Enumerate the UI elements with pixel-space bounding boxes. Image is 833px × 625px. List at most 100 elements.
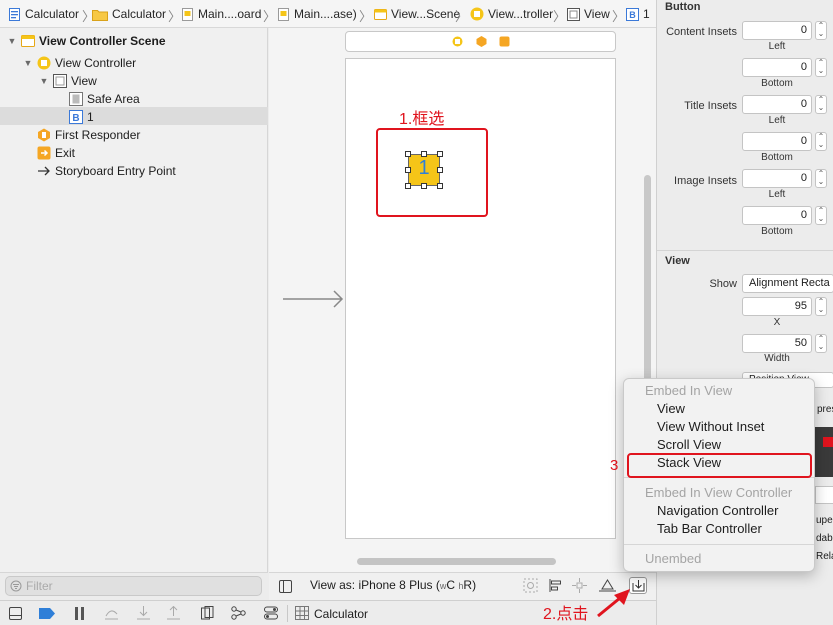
step-into-icon[interactable] <box>137 606 150 620</box>
bottom-caption: Bottom <box>761 78 793 89</box>
show-popup[interactable]: Alignment Recta <box>742 274 833 293</box>
width-field[interactable]: 50 <box>742 334 812 353</box>
menu-item-tab-bar-controller[interactable]: Tab Bar Controller <box>657 520 762 538</box>
horizontal-scrollbar[interactable] <box>357 558 556 565</box>
outline-item-button[interactable]: B 1 <box>69 108 94 126</box>
entry-point-arrow-icon[interactable] <box>283 289 345 309</box>
menu-item-view[interactable]: View <box>657 400 685 418</box>
step-out-icon[interactable] <box>167 606 180 620</box>
breakpoint-icon[interactable] <box>39 608 55 619</box>
folder-icon <box>92 9 108 21</box>
width-caption: Width <box>764 353 790 364</box>
stepper[interactable]: ⌃ ⌄ <box>815 95 827 114</box>
outline-item-scene[interactable]: ▼ View Controller Scene <box>7 32 166 50</box>
outline-item-exit[interactable]: Exit <box>37 144 75 162</box>
title-insets-left-field[interactable]: 0 <box>742 95 812 114</box>
scene-icon <box>21 35 35 47</box>
crumb-storyboard-base[interactable]: Main....ase) <box>277 6 357 22</box>
crumb-scene[interactable]: View...Scene <box>374 6 460 22</box>
content-insets-bottom-field[interactable]: 0 <box>742 58 812 77</box>
outline-item-first-responder[interactable]: First Responder <box>37 126 140 144</box>
outline-item-view[interactable]: ▼ View <box>39 72 97 90</box>
left-caption: Left <box>768 115 786 126</box>
outline-label: Safe Area <box>87 92 140 106</box>
x-field[interactable]: 95 <box>742 297 812 316</box>
filter-placeholder: Filter <box>26 579 53 593</box>
stepper[interactable]: ⌃ ⌄ <box>815 58 827 77</box>
show-label: Show <box>709 278 737 290</box>
disclosure-open-icon[interactable]: ▼ <box>7 36 17 46</box>
stepper[interactable]: ⌃ ⌄ <box>815 21 827 40</box>
filter-input[interactable]: Filter <box>5 576 262 596</box>
view-as-device-button[interactable]: View as: iPhone 8 Plus (wC hR) <box>310 578 476 592</box>
menu-separator <box>624 544 814 545</box>
crumb-button[interactable]: B 1 <box>626 6 650 22</box>
bottom-caption: Bottom <box>761 152 793 163</box>
scene-icon <box>374 8 387 20</box>
menu-item-unembed[interactable]: Unembed <box>645 550 701 568</box>
partial-label: Rela <box>816 551 833 562</box>
stepper[interactable]: ⌃ ⌄ <box>815 297 827 316</box>
step-over-icon[interactable] <box>104 607 119 620</box>
first-responder-icon[interactable] <box>476 36 487 47</box>
outline-item-safe-area[interactable]: Safe Area <box>69 90 140 108</box>
section-header-view: View <box>665 255 690 267</box>
partial-label: dab <box>816 533 833 544</box>
crumb-view[interactable]: View <box>567 6 610 22</box>
add-constraints-icon[interactable] <box>572 578 587 593</box>
menu-item-view-without-inset[interactable]: View Without Inset <box>657 418 764 436</box>
view-controller-icon[interactable] <box>452 36 463 47</box>
title-insets-label: Title Insets <box>684 100 737 112</box>
memory-graph-icon[interactable] <box>231 606 246 620</box>
crumb-storyboard[interactable]: Main....oard <box>181 6 261 22</box>
annotation-step-2: 2.点击 <box>543 606 589 623</box>
chevron-right-icon: 〉 <box>612 9 626 24</box>
jump-bar: Calculator 〉 Calculator 〉 Main....oard 〉… <box>0 0 656 28</box>
content-insets-left-field[interactable]: 0 <box>742 21 812 40</box>
outline-item-entry-point[interactable]: Storyboard Entry Point <box>37 162 176 180</box>
disclosure-open-icon[interactable]: ▼ <box>39 76 49 86</box>
menu-item-navigation-controller[interactable]: Navigation Controller <box>657 502 778 520</box>
project-file-icon <box>9 7 20 21</box>
view-hierarchy-icon[interactable] <box>201 606 214 620</box>
view-icon <box>567 7 580 21</box>
stepper[interactable]: ⌃ ⌄ <box>815 132 827 151</box>
toggle-outline-icon[interactable] <box>279 580 292 593</box>
scene-dock[interactable] <box>345 31 616 52</box>
divider <box>287 605 288 622</box>
crumb-view-controller[interactable]: View...troller <box>470 6 553 22</box>
crumb-project[interactable]: Calculator <box>8 6 79 22</box>
stepper[interactable]: ⌃ ⌄ <box>815 206 827 225</box>
color-preview[interactable] <box>815 427 833 477</box>
outline-label: View <box>71 74 97 88</box>
update-frames-icon[interactable] <box>523 578 538 593</box>
color-swatch <box>823 437 833 447</box>
environment-overrides-icon[interactable] <box>264 606 278 620</box>
align-icon[interactable] <box>548 578 563 593</box>
grid-icon[interactable] <box>295 606 309 620</box>
crumb-label: 1 <box>643 7 650 21</box>
image-insets-left-field[interactable]: 0 <box>742 169 812 188</box>
title-insets-bottom-field[interactable]: 0 <box>742 132 812 151</box>
outline-item-view-controller[interactable]: ▼ View Controller <box>23 54 137 72</box>
svg-text:B: B <box>72 113 79 124</box>
menu-header-embed-in-view: Embed In View <box>645 383 733 398</box>
filter-icon <box>10 580 22 592</box>
crumb-folder[interactable]: Calculator <box>92 6 166 22</box>
stepper[interactable]: ⌃ ⌄ <box>815 334 827 353</box>
content-insets-label: Content Insets <box>666 26 737 38</box>
hide-debug-area-icon[interactable] <box>9 607 22 620</box>
partial-field[interactable] <box>815 486 833 504</box>
outline-selection-highlight <box>0 107 268 125</box>
image-insets-bottom-field[interactable]: 0 <box>742 206 812 225</box>
menu-item-scroll-view[interactable]: Scroll View <box>657 436 721 454</box>
safe-area-icon <box>69 92 83 106</box>
pause-icon[interactable] <box>74 607 85 620</box>
document-outline: ▼ View Controller Scene ▼ View Controlle… <box>0 28 268 572</box>
exit-icon[interactable] <box>499 36 510 47</box>
chevron-right-icon: 〉 <box>455 9 469 24</box>
scheme-label[interactable]: Calculator <box>314 607 368 621</box>
outline-label: First Responder <box>55 128 141 142</box>
disclosure-open-icon[interactable]: ▼ <box>23 58 33 68</box>
stepper[interactable]: ⌃ ⌄ <box>815 169 827 188</box>
